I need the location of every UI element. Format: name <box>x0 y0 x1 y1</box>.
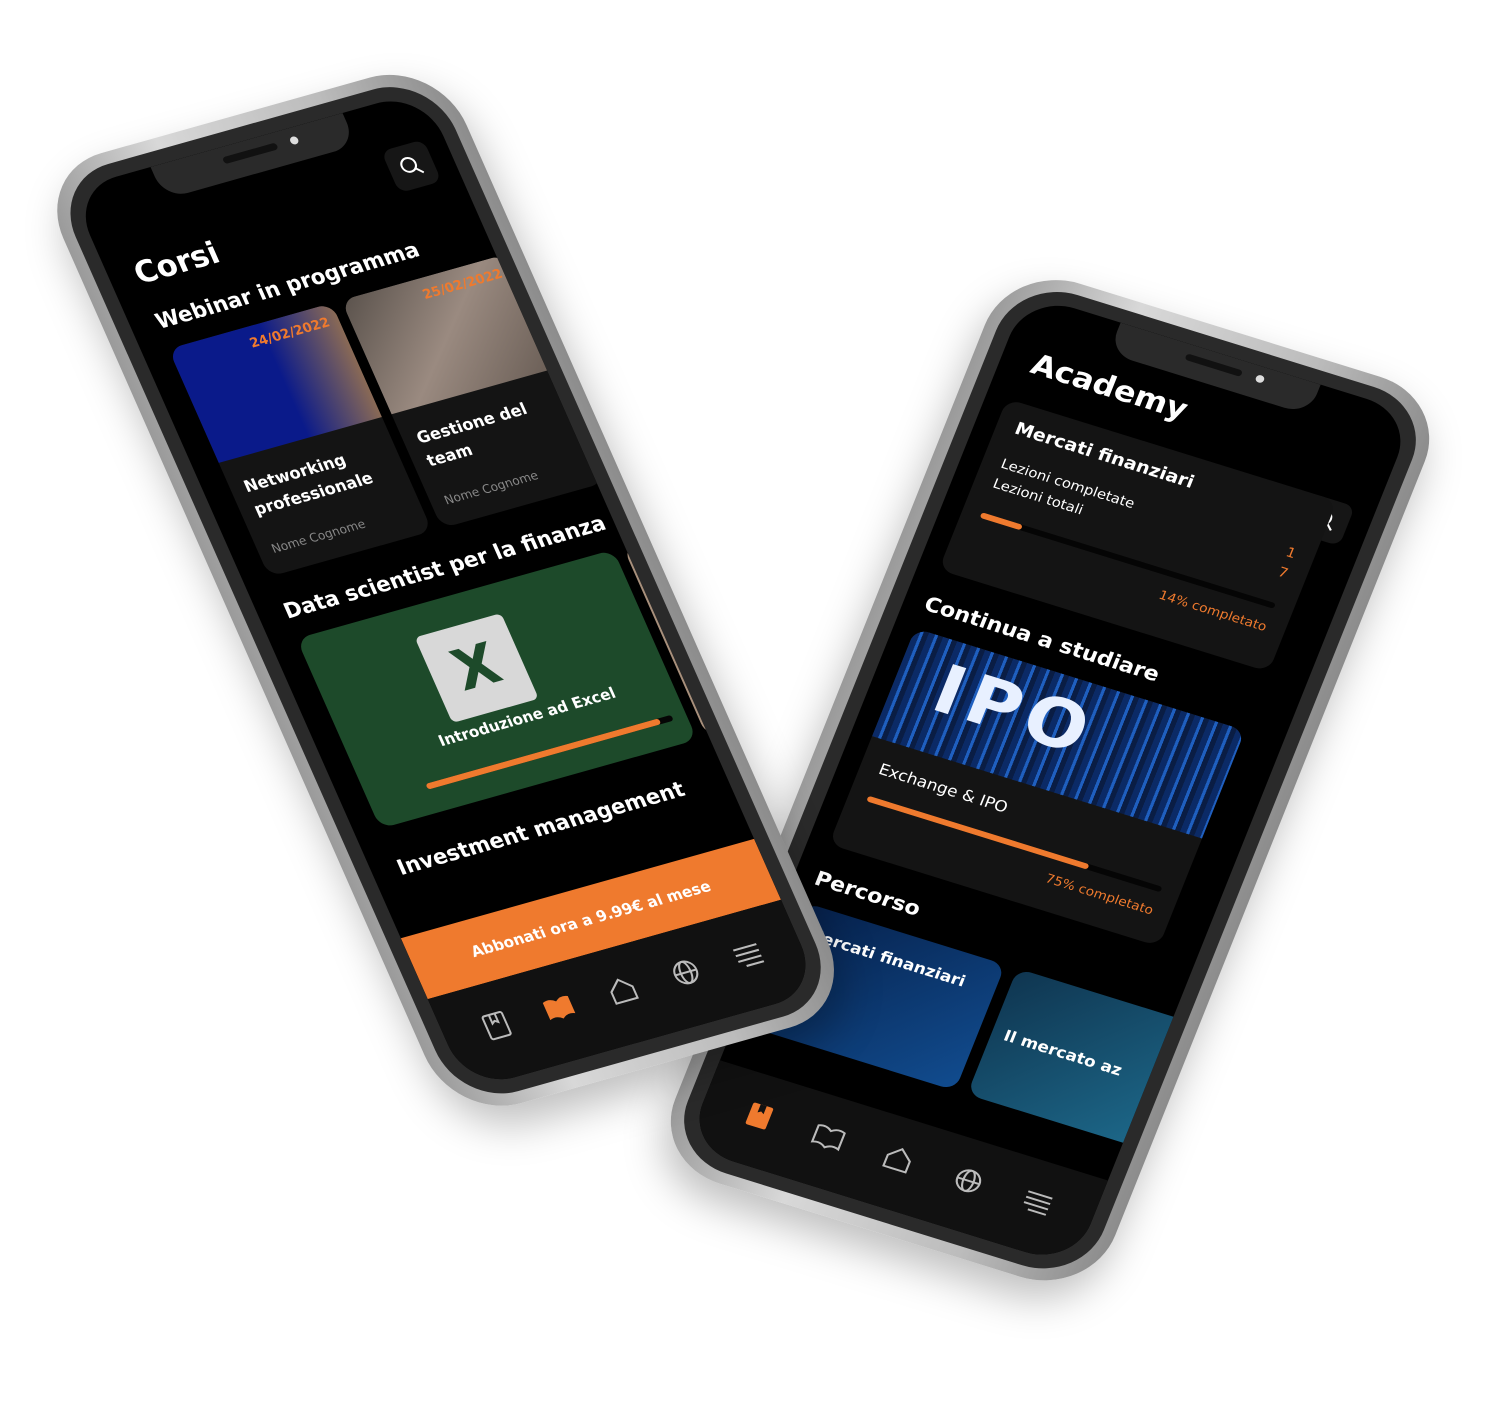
nav-home[interactable] <box>875 1139 921 1180</box>
corsi-screen: Corsi Webinar in programma 24/02/2022 Ne… <box>69 90 822 1091</box>
total-value: 7 <box>1275 564 1291 582</box>
webinar-author: Nome Cognome <box>269 516 368 557</box>
nav-menu[interactable] <box>725 934 772 975</box>
webinar-image <box>168 303 382 463</box>
webinar-image <box>341 254 555 415</box>
menu-icon <box>1023 1190 1053 1216</box>
globe-icon <box>672 960 698 985</box>
academy-phone: Academy Mercati finanziari Lezioni compl… <box>650 262 1450 1299</box>
search-icon <box>400 156 425 174</box>
nav-open-book[interactable] <box>806 1117 852 1158</box>
home-icon <box>610 978 639 1005</box>
image-text: IPO <box>922 649 1107 772</box>
completed-value: 1 <box>1283 544 1299 562</box>
phone-bezel: Corsi Webinar in programma 24/02/2022 Ne… <box>50 73 841 1108</box>
home-icon <box>882 1147 911 1174</box>
progress-bar <box>979 512 1276 609</box>
academy-screen: Academy Mercati finanziari Lezioni compl… <box>685 293 1415 1267</box>
path-card-title: Il mercato az <box>1001 1026 1125 1080</box>
nav-bookmark-book[interactable] <box>736 1095 782 1136</box>
corsi-phone: Corsi Webinar in programma 24/02/2022 Ne… <box>34 58 858 1123</box>
globe-icon <box>955 1169 981 1193</box>
webinar-author: Nome Cognome <box>441 468 541 508</box>
search-button[interactable] <box>381 139 442 194</box>
course-image: IPO <box>872 628 1246 839</box>
nav-home[interactable] <box>599 970 646 1011</box>
page-title: Corsi <box>128 235 226 292</box>
bookmark-book-icon <box>745 1102 773 1130</box>
path-card[interactable]: Il mercato az <box>967 968 1218 1157</box>
nav-globe[interactable] <box>945 1160 991 1201</box>
open-book-icon <box>811 1124 847 1152</box>
nav-menu[interactable] <box>1014 1182 1060 1223</box>
nav-globe[interactable] <box>662 952 709 993</box>
notch <box>150 113 357 200</box>
bookmark-book-icon <box>481 1011 512 1041</box>
nav-open-book[interactable] <box>536 987 583 1028</box>
excel-icon: X <box>414 613 539 723</box>
nav-bookmark-book[interactable] <box>473 1005 520 1046</box>
menu-icon <box>733 943 765 967</box>
open-book-icon <box>543 995 576 1021</box>
phone-bezel: Academy Mercati finanziari Lezioni compl… <box>666 276 1434 1284</box>
